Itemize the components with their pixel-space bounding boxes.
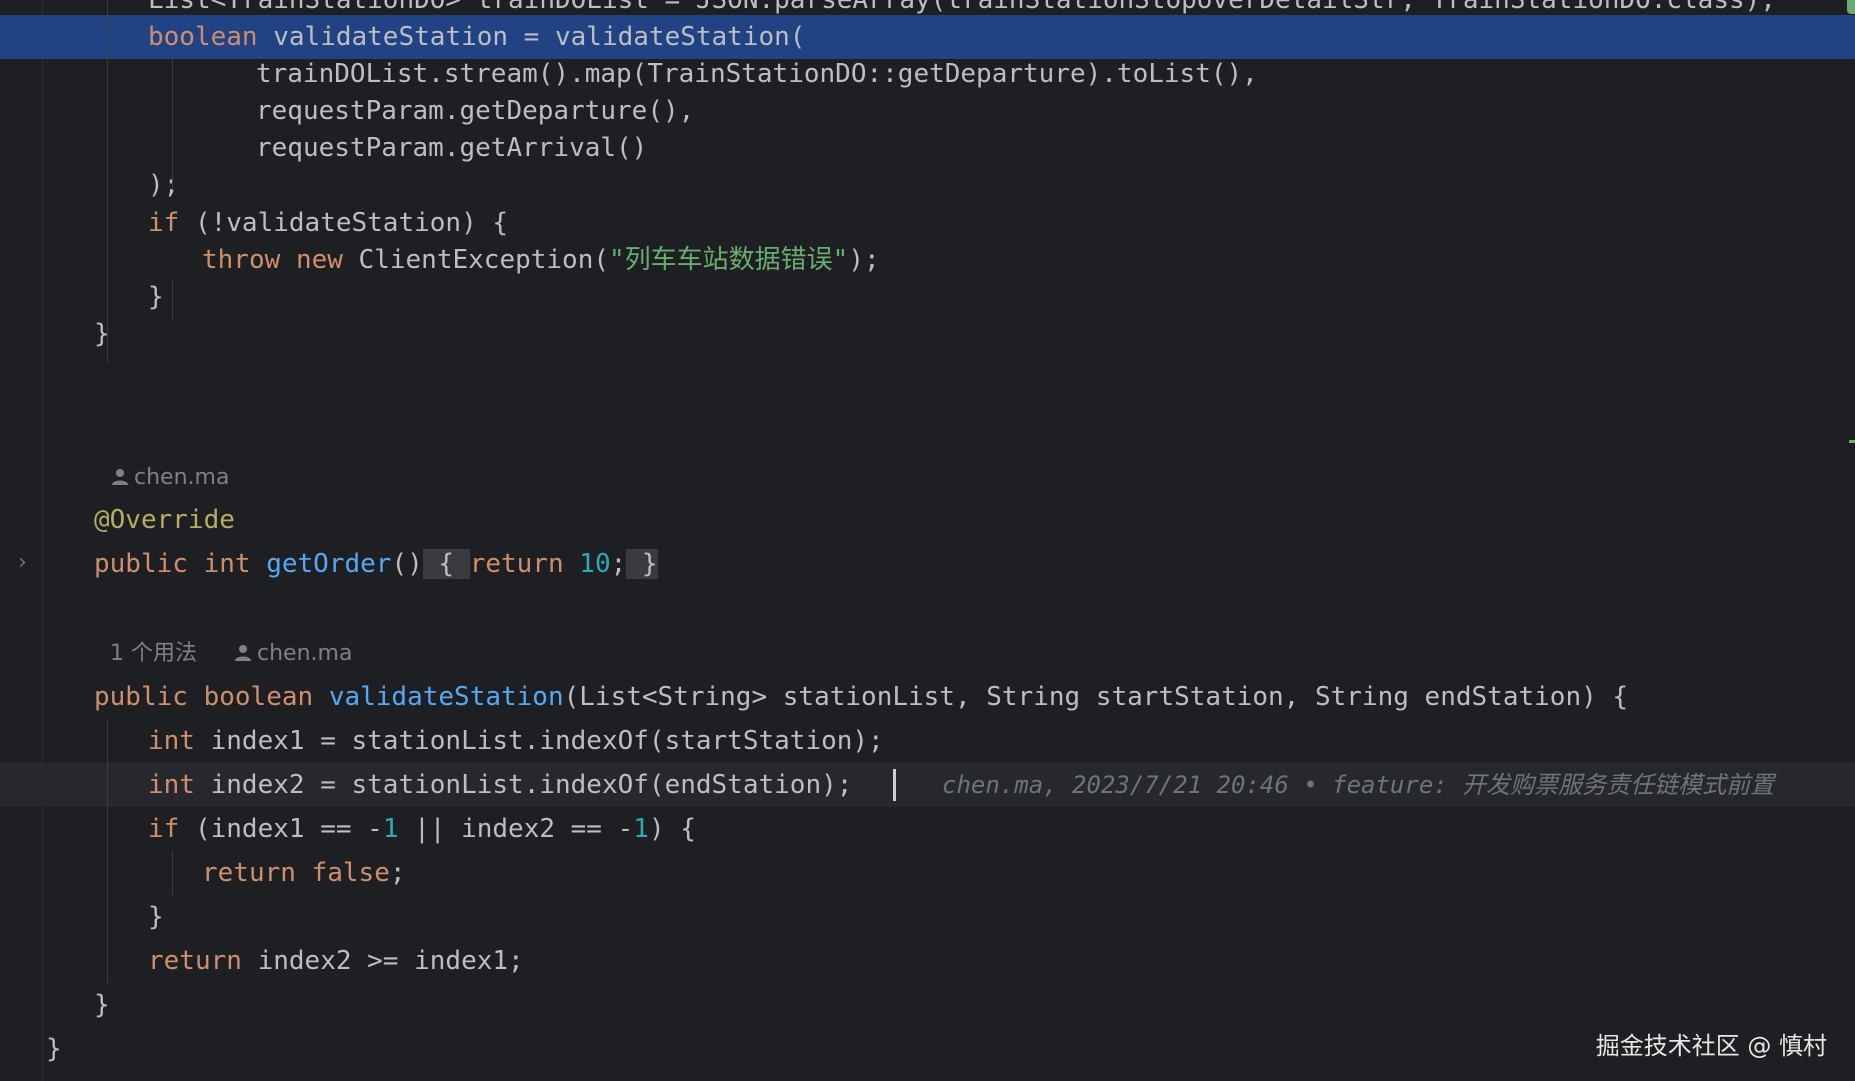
codelens-author-getorder[interactable]: chen.ma [112,461,229,495]
code-token: 1 [633,814,649,844]
code-token: validateStation = validateStation( [257,22,806,52]
line-code: int index1 = stationList.indexOf(startSt… [148,719,884,763]
code-token: int [148,726,195,756]
code-token: index1 = stationList.indexOf(startStatio… [194,726,884,756]
author-name: chen.ma [134,465,230,490]
line-code: public boolean validateStation(List<Stri… [94,675,1628,719]
code-line[interactable]: return index2 >= index1; [0,939,1855,983]
code-token: @Override [94,505,235,535]
code-token: index2 = stationList.indexOf(endStation)… [194,770,853,800]
code-token: ClientException( [342,245,610,275]
code-token: () [391,549,423,579]
inline-blame[interactable]: chen.ma, 2023/7/21 20:46 • feature: 开发购票… [942,763,1774,807]
code-token: } [148,282,164,312]
code-token: return [469,549,564,579]
usage-count[interactable]: 1 个用法 [110,641,197,666]
code-line[interactable]: } [0,895,1855,939]
code-token: 10 [579,549,611,579]
code-token: (!validateStation) { [179,208,509,238]
code-token: ); [848,245,880,275]
code-token: ) { [648,814,696,844]
code-editor[interactable]: List<TrainStationDO> trainDOList = JSON.… [0,0,1855,1081]
code-token: { [422,549,470,579]
code-token: requestParam.getArrival() [256,133,648,163]
code-token: getOrder [266,549,392,579]
indent-guide [107,0,108,362]
code-token: int [148,770,195,800]
code-token: boolean [203,682,314,712]
code-token: } [94,990,110,1020]
inspection-status-indicator[interactable] [1847,0,1855,14]
indent-guide [172,280,173,320]
watermark: 掘金技术社区 @ 慎村 [1595,1032,1827,1060]
code-line-caret[interactable]: int index2 = stationList.indexOf(endStat… [0,763,1855,807]
code-token: return [202,858,296,888]
code-token: if [148,814,180,844]
line-code: return index2 >= index1; [148,939,524,983]
code-token: validateStation [328,682,564,712]
code-token: (List<String> stationList, String startS… [563,682,1629,712]
code-line[interactable]: int index1 = stationList.indexOf(startSt… [0,719,1855,763]
code-token: ; [389,858,406,888]
code-token: } [148,902,164,932]
code-token: return [148,946,242,976]
code-token: List<TrainStationDO> trainDOList = JSON.… [148,0,1776,15]
code-line[interactable]: if (index1 == -1 || index2 == -1) { [0,807,1855,851]
line-code: int index2 = stationList.indexOf(endStat… [148,763,852,807]
author-name: chen.ma [257,641,353,666]
code-token: throw [202,245,281,275]
user-icon [235,639,251,673]
code-token: || index2 == - [398,814,634,844]
code-token: requestParam.getDeparture(), [256,96,695,126]
code-token: } [46,1034,62,1064]
line-code: } [94,983,110,1027]
code-line[interactable]: } [0,1027,1855,1071]
code-line[interactable]: public boolean validateStation(List<Stri… [0,675,1855,719]
text-cursor [893,769,896,801]
scrollbar-change-marker[interactable] [1849,440,1855,443]
line-code: public int getOrder() { return 10; } [94,542,658,586]
code-token: new [295,245,343,275]
codelens-validatestation[interactable]: 1 个用法 chen.ma [110,637,352,671]
line-code: if (index1 == -1 || index2 == -1) { [148,807,696,851]
indent-guide [107,719,108,983]
code-token: false [311,858,390,888]
code-line[interactable]: public int getOrder() { return 10; } [0,542,1855,586]
code-token: trainDOList.stream().map(TrainStationDO:… [256,59,1258,89]
code-token: "列车车站数据错误" [609,245,849,275]
line-code: return false; [202,851,406,895]
code-line[interactable]: @Override [0,498,1855,542]
line-code: } [46,1027,62,1071]
code-line[interactable]: return false; [0,851,1855,895]
code-token: (index1 == - [179,814,383,844]
code-token: 1 [382,814,399,844]
code-token: ); [148,170,180,200]
code-token: public [94,549,188,579]
indent-guide [172,851,173,895]
indent-guide [172,58,173,190]
code-line[interactable]: } [0,312,1855,356]
code-token: boolean [148,22,258,52]
line-code: } [148,895,164,939]
code-token: int [203,549,251,579]
code-token: ; [610,549,627,579]
code-token: if [148,208,180,238]
code-token: } [626,549,658,579]
code-token: public [94,682,188,712]
code-line[interactable]: } [0,983,1855,1027]
line-code: @Override [94,498,235,542]
code-token: index2 >= index1; [241,946,524,976]
user-icon [112,463,128,497]
